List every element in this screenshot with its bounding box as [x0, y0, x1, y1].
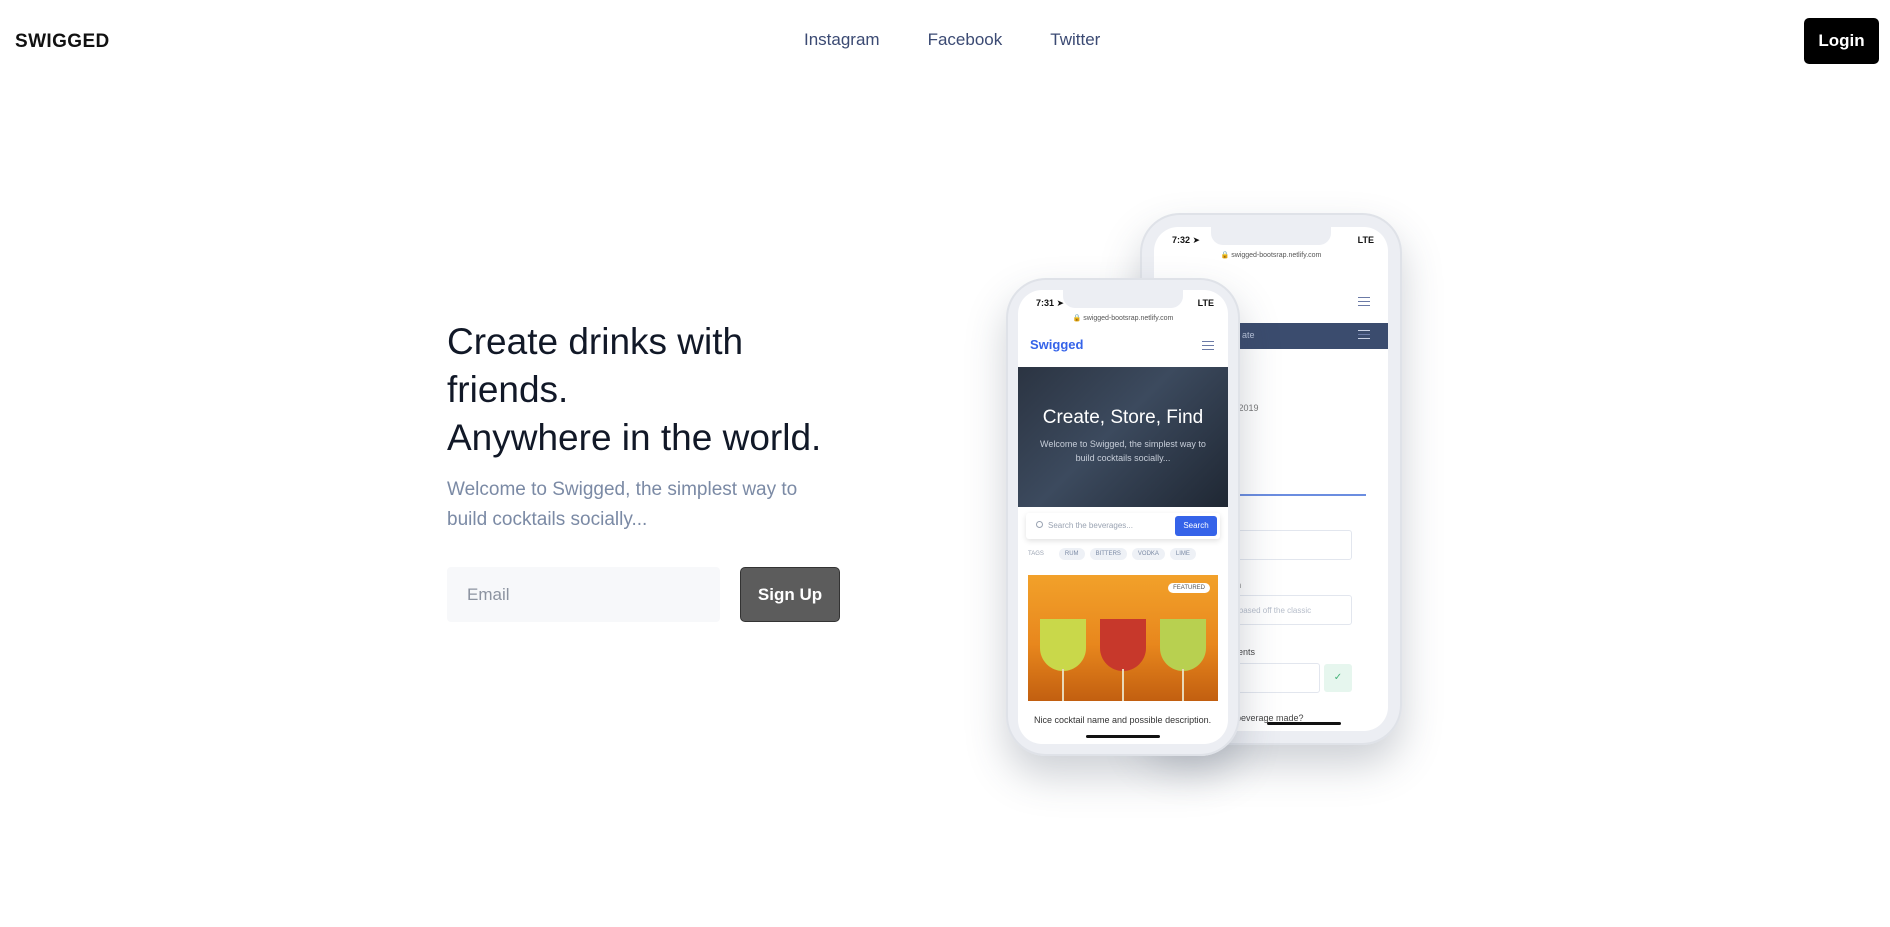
- nav-link-facebook[interactable]: Facebook: [928, 30, 1003, 50]
- app-search-box: Search the beverages... Search: [1026, 513, 1220, 539]
- tag-chip: RUM: [1058, 548, 1085, 560]
- email-input[interactable]: [447, 567, 720, 622]
- nav-link-twitter[interactable]: Twitter: [1050, 30, 1100, 50]
- progress-line: [1236, 494, 1366, 496]
- status-signal: LTE: [1357, 235, 1374, 245]
- hero-subtitle: Welcome to Swigged, the simplest way to …: [447, 479, 798, 530]
- app-hero-title: Create, Store, Find: [1042, 407, 1204, 428]
- status-signal: LTE: [1197, 298, 1214, 308]
- brand-logo[interactable]: SWIGGED: [15, 31, 110, 53]
- cocktail-glass: [1160, 619, 1206, 671]
- top-nav: Instagram Facebook Twitter: [804, 30, 1100, 50]
- nav-bar-text: ate: [1242, 330, 1255, 340]
- sign-up-button[interactable]: Sign Up: [740, 567, 840, 622]
- tag-chip: BITTERS: [1089, 548, 1127, 560]
- home-indicator: [1086, 735, 1160, 738]
- form-input: il based off the classic: [1224, 595, 1352, 625]
- status-bar: 7:32 ➤ LTE: [1172, 235, 1374, 246]
- featured-badge: FEATURED: [1168, 583, 1210, 593]
- hero-title-line: friends.: [447, 369, 569, 410]
- app-hero: Create, Store, Find Welcome to Swigged, …: [1018, 367, 1228, 507]
- login-button[interactable]: Login: [1804, 18, 1879, 64]
- cocktail-image: FEATURED: [1028, 575, 1218, 701]
- card-description: Nice cocktail name and possible descript…: [1034, 715, 1212, 725]
- app-tags: TAGS RUM BITTERS VODKA LIME: [1028, 548, 1196, 560]
- nav-link-instagram[interactable]: Instagram: [804, 30, 880, 50]
- phone-mockup-front: 7:31 ➤ LTE 🔒 swigged-bootsrap.netlify.co…: [1006, 278, 1240, 756]
- menu-icon: [1358, 330, 1370, 339]
- app-hero-subtitle: Welcome to Swigged, the simplest way to …: [1040, 439, 1206, 463]
- hero-title-line: Create drinks with: [447, 321, 744, 362]
- app-search-button: Search: [1175, 516, 1217, 536]
- app-logo: Swigged: [1030, 337, 1084, 352]
- status-bar: 7:31 ➤ LTE: [1036, 298, 1214, 309]
- search-icon: [1036, 521, 1043, 528]
- tag-chip: LIME: [1169, 548, 1196, 560]
- glass-stem: [1122, 669, 1124, 701]
- status-time: 7:32 ➤: [1172, 235, 1201, 245]
- glass-stem: [1182, 669, 1184, 701]
- menu-icon: [1202, 341, 1214, 350]
- tags-label: TAGS: [1028, 551, 1044, 557]
- check-icon: ✓: [1324, 664, 1352, 692]
- cocktail-glass: [1040, 619, 1086, 671]
- cocktail-glass: [1100, 619, 1146, 671]
- form-input: ul: [1224, 530, 1352, 560]
- menu-icon: [1358, 297, 1370, 306]
- glass-stem: [1062, 669, 1064, 701]
- url-bar: 🔒 swigged-bootsrap.netlify.com: [1220, 252, 1322, 259]
- home-indicator: [1267, 722, 1341, 725]
- hero-title-line: Anywhere in the world.: [447, 417, 822, 458]
- tag-chip: VODKA: [1131, 548, 1165, 560]
- phone-screen-front: 7:31 ➤ LTE 🔒 swigged-bootsrap.netlify.co…: [1018, 290, 1228, 744]
- app-search-placeholder: Search the beverages...: [1048, 521, 1133, 530]
- url-bar: 🔒 swigged-bootsrap.netlify.com: [1072, 315, 1174, 322]
- hero-title: Create drinks with friends. Anywhere in …: [447, 318, 847, 462]
- status-time: 7:31 ➤: [1036, 298, 1065, 308]
